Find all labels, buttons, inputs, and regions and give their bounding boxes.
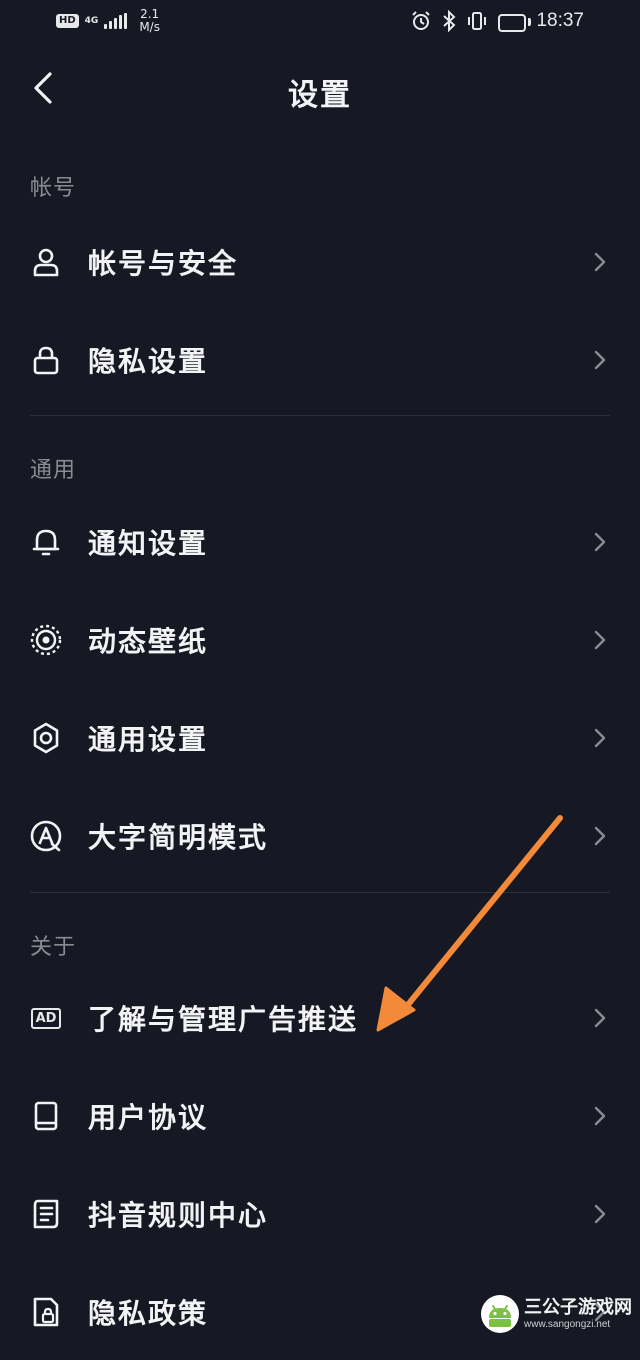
section-divider: [30, 892, 610, 893]
settings-item-live-wallpaper[interactable]: 动态壁纸: [0, 592, 640, 688]
watermark: 三公子游戏网 www.sangongzi.net: [480, 1289, 636, 1339]
settings-item-label: 隐私政策: [88, 1297, 209, 1330]
settings-item-account-security[interactable]: 帐号与安全: [0, 214, 640, 310]
book-icon: [28, 1098, 64, 1134]
settings-item-rules-center[interactable]: 抖音规则中心: [0, 1166, 640, 1262]
settings-item-user-agreement[interactable]: 用户协议: [0, 1068, 640, 1164]
wallpaper-icon: [28, 622, 64, 658]
section-header-account: 帐号: [30, 176, 77, 201]
section-header-general: 通用: [30, 458, 77, 483]
chevron-right-icon: [594, 1204, 606, 1224]
android-logo-icon: [481, 1295, 519, 1333]
clock: 18:37: [536, 10, 584, 31]
document-list-icon: [28, 1196, 64, 1232]
vibrate-icon: [466, 10, 488, 32]
navigation-bar: 设置: [0, 44, 640, 136]
battery-icon: 80: [497, 12, 532, 32]
settings-item-label: 用户协议: [88, 1101, 209, 1134]
signal-strength-icon: [104, 13, 128, 29]
section-header-about: 关于: [30, 935, 77, 960]
chevron-right-icon: [594, 630, 606, 650]
lock-icon: [28, 342, 64, 378]
page-title: 设置: [288, 78, 352, 113]
chevron-right-icon: [594, 1106, 606, 1126]
settings-item-label: 帐号与安全: [88, 247, 239, 280]
chevron-right-icon: [594, 252, 606, 272]
chevron-right-icon: [594, 728, 606, 748]
status-bar: HD 4G 2.1 M/s 80 18:37: [0, 0, 640, 44]
settings-item-privacy-settings[interactable]: 隐私设置: [0, 312, 640, 408]
network-speed: 2.1 M/s: [139, 8, 160, 34]
network-type: 4G: [84, 16, 99, 26]
gear-icon: [28, 720, 64, 756]
ad-icon: AD: [28, 1000, 64, 1036]
chevron-right-icon: [594, 532, 606, 552]
bluetooth-icon: [442, 10, 456, 32]
status-right: 80 18:37: [410, 8, 584, 34]
alarm-icon: [410, 10, 432, 32]
settings-item-label: 了解与管理广告推送: [88, 1003, 359, 1036]
settings-item-notification-settings[interactable]: 通知设置: [0, 494, 640, 590]
status-left: HD 4G 2.1 M/s: [56, 8, 160, 34]
settings-item-large-font-mode[interactable]: 大字简明模式: [0, 788, 640, 884]
settings-item-label: 动态壁纸: [88, 625, 209, 658]
chevron-right-icon: [594, 826, 606, 846]
watermark-title: 三公子游戏网: [524, 1297, 632, 1318]
hd-badge: HD: [56, 14, 79, 28]
settings-item-label: 大字简明模式: [88, 821, 269, 854]
settings-item-label: 通知设置: [88, 527, 209, 560]
settings-item-label: 通用设置: [88, 723, 209, 756]
section-divider: [30, 415, 610, 416]
bell-icon: [28, 524, 64, 560]
settings-item-label: 抖音规则中心: [88, 1199, 269, 1232]
ad-badge: AD: [30, 1007, 62, 1029]
settings-item-general-settings[interactable]: 通用设置: [0, 690, 640, 786]
chevron-right-icon: [594, 350, 606, 370]
font-a-icon: [28, 818, 64, 854]
watermark-url: www.sangongzi.net: [524, 1319, 611, 1330]
settings-item-ad-management[interactable]: AD 了解与管理广告推送: [0, 970, 640, 1066]
battery-level: 80: [503, 15, 521, 30]
privacy-doc-icon: [28, 1294, 64, 1330]
network-speed-unit: M/s: [139, 20, 160, 34]
user-icon: [28, 244, 64, 280]
settings-item-label: 隐私设置: [88, 345, 209, 378]
chevron-right-icon: [594, 1008, 606, 1028]
